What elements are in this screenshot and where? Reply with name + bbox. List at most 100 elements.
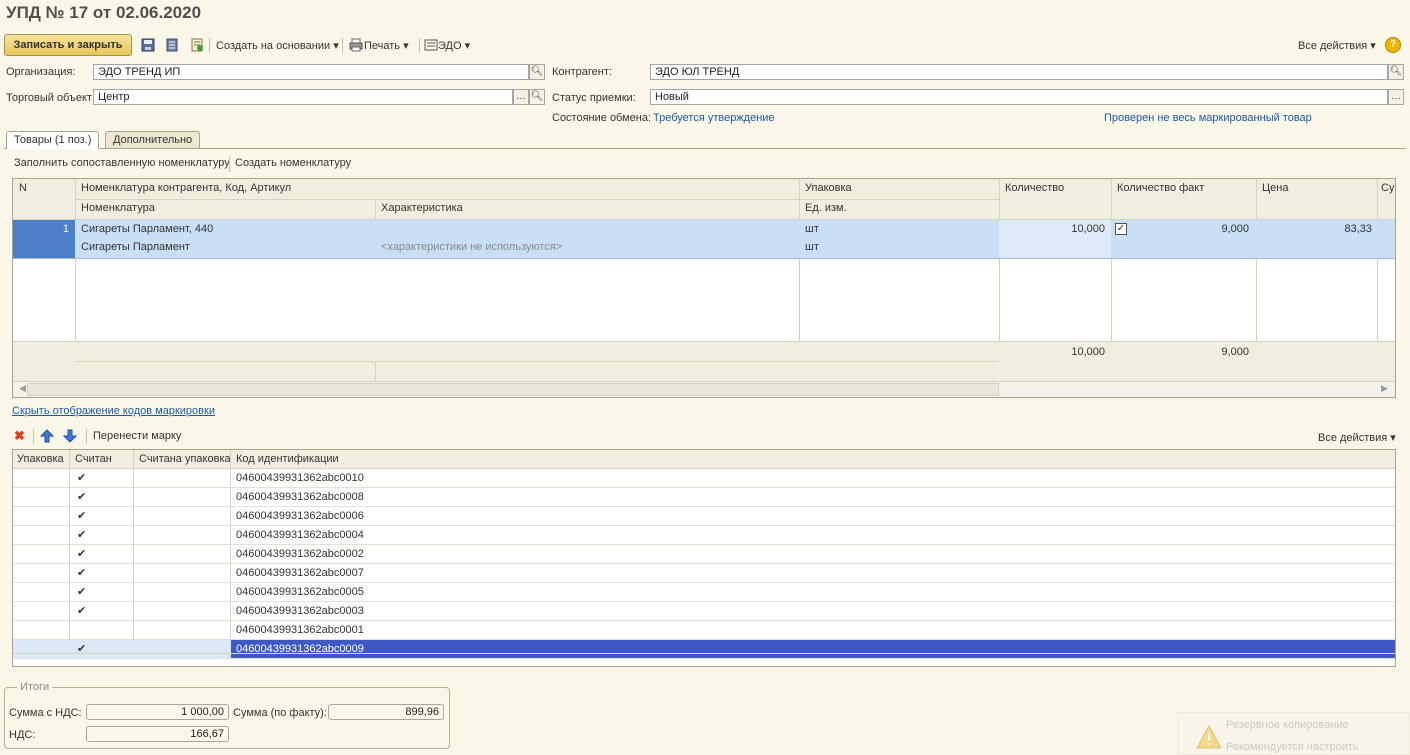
notification-text: Рекомендуется настроить <box>1226 741 1359 753</box>
backup-notification[interactable]: Резервное копирование Рекомендуется наст… <box>1177 712 1410 755</box>
print-button[interactable]: Печать ▾ <box>364 39 409 52</box>
arrow-down-icon[interactable] <box>63 429 77 443</box>
col-nomen-counterparty-header[interactable]: Номенклатура контрагента, Код, Артикул <box>77 179 797 197</box>
col-package-header[interactable]: Упаковка <box>13 450 69 468</box>
scanned-check-icon: ✔ <box>77 605 87 617</box>
marking-row[interactable]: ✔ 04600439931362abc0008 <box>13 488 1395 507</box>
arrow-up-icon[interactable] <box>40 429 54 443</box>
sum-vat-field: 1 000,00 <box>86 704 229 720</box>
identification-code[interactable]: 04600439931362abc0010 <box>232 469 832 487</box>
search-icon[interactable]: 🔍︎ <box>529 64 545 80</box>
save-close-button[interactable]: Записать и закрыть <box>4 34 132 56</box>
totals-group-label: Итоги <box>17 681 53 693</box>
identification-code[interactable]: 04600439931362abc0008 <box>232 488 832 506</box>
store-field[interactable]: Центр <box>93 89 513 105</box>
identification-code[interactable]: 04600439931362abc0004 <box>232 526 832 544</box>
marking-row[interactable]: ✔ 04600439931362abc0010 <box>13 469 1395 488</box>
col-sum-header[interactable]: Сум <box>1379 179 1395 197</box>
create-nomenclature-button[interactable]: Создать номенклатуру <box>235 157 351 169</box>
col-qty-fact-header[interactable]: Количество факт <box>1113 179 1253 197</box>
scanned-check-icon: ✔ <box>77 567 87 579</box>
organization-field[interactable]: ЭДО ТРЕНД ИП <box>93 64 529 80</box>
qty-fact-checkbox[interactable]: ✓ <box>1115 223 1127 235</box>
edo-button[interactable]: ЭДО ▾ <box>438 39 470 52</box>
col-code-header[interactable]: Код идентификации <box>232 450 532 468</box>
row-price[interactable]: 83,33 <box>1258 220 1376 238</box>
save-icon[interactable] <box>141 38 155 52</box>
col-unit-header[interactable]: Ед. изм. <box>801 199 997 217</box>
ellipsis-icon[interactable]: … <box>513 89 529 105</box>
col-scanned-package-header[interactable]: Считана упаковка <box>135 450 230 468</box>
ellipsis-icon[interactable]: … <box>1388 89 1404 105</box>
accept-status-field[interactable]: Новый <box>650 89 1388 105</box>
col-n-header[interactable]: N <box>15 179 75 197</box>
toolbar-separator <box>33 429 34 444</box>
move-mark-button[interactable]: Перенести марку <box>93 430 181 442</box>
toolbar-separator <box>209 38 210 53</box>
counterparty-field[interactable]: ЭДО ЮЛ ТРЕНД <box>650 64 1388 80</box>
col-nomen-header[interactable]: Номенклатура <box>77 199 373 217</box>
document-icon[interactable] <box>165 38 179 52</box>
goods-table: N Номенклатура контрагента, Код, Артикул… <box>12 178 1396 398</box>
marking-check-link[interactable]: Проверен не весь маркированный товар <box>1104 112 1312 124</box>
hide-marking-codes-link[interactable]: Скрыть отображение кодов маркировки <box>12 405 215 417</box>
scanned-check-icon: ✔ <box>77 472 87 484</box>
row-qty[interactable]: 10,000 <box>1001 220 1109 238</box>
vat-field: 166,67 <box>86 726 229 742</box>
marking-row[interactable]: ✔ 04600439931362abc0009 <box>13 640 1395 659</box>
main-toolbar: Записать и закрыть Создать на основании … <box>4 34 1406 56</box>
col-package-header[interactable]: Упаковка <box>801 179 997 197</box>
toolbar-separator <box>419 38 420 53</box>
row-unit[interactable]: шт <box>801 238 997 256</box>
delete-icon[interactable]: ✖ <box>14 428 25 444</box>
toolbar-separator <box>229 157 230 172</box>
marking-row[interactable]: ✔ 04600439931362abc0005 <box>13 583 1395 602</box>
scanned-check-icon: ✔ <box>77 643 87 655</box>
marking-row[interactable]: ✔ 04600439931362abc0002 <box>13 545 1395 564</box>
marking-all-actions-button[interactable]: Все действия ▾ <box>1318 431 1396 444</box>
create-based-button[interactable]: Создать на основании ▾ <box>216 39 339 52</box>
all-actions-button[interactable]: Все действия ▾ <box>1298 39 1376 52</box>
marking-row[interactable]: 04600439931362abc0001 <box>13 621 1395 640</box>
chevron-down-icon: ▾ <box>1390 432 1396 444</box>
col-scanned-header[interactable]: Считан <box>71 450 133 468</box>
marking-row[interactable]: ✔ 04600439931362abc0003 <box>13 602 1395 621</box>
counterparty-label: Контрагент: <box>552 66 612 78</box>
sum-fact-field: 899,96 <box>328 704 444 720</box>
row-package[interactable]: шт <box>801 220 997 238</box>
identification-code[interactable]: 04600439931362abc0002 <box>232 545 832 563</box>
edo-label: ЭДО <box>438 40 462 52</box>
col-qty-header[interactable]: Количество <box>1001 179 1109 197</box>
marking-row[interactable]: ✔ 04600439931362abc0007 <box>13 564 1395 583</box>
marking-row[interactable]: ✔ 04600439931362abc0006 <box>13 507 1395 526</box>
row-characteristic[interactable]: <характеристики не используются> <box>377 238 797 256</box>
exchange-state-label: Состояние обмена: <box>552 112 652 124</box>
footer-qty-fact: 9,000 <box>1221 346 1249 358</box>
scroll-right-icon[interactable]: ▶ <box>1381 383 1388 394</box>
identification-code[interactable]: 04600439931362abc0007 <box>232 564 832 582</box>
identification-code[interactable]: 04600439931362abc0006 <box>232 507 832 525</box>
marking-row[interactable]: ✔ 04600439931362abc0004 <box>13 526 1395 545</box>
tab-additional[interactable]: Дополнительно <box>105 131 201 148</box>
row-qty-fact[interactable]: 9,000 <box>1131 220 1253 238</box>
scrollbar-thumb[interactable] <box>27 383 999 396</box>
row-number: 1 <box>62 223 69 235</box>
search-icon[interactable]: 🔍︎ <box>1388 64 1404 80</box>
exchange-state-link[interactable]: Требуется утверждение <box>653 112 775 124</box>
fill-nomenclature-button[interactable]: Заполнить сопоставленную номенклатуру <box>14 157 230 169</box>
row-nomen[interactable]: Сигареты Парламент <box>77 238 373 256</box>
identification-code[interactable]: 04600439931362abc0009 <box>232 640 832 658</box>
scanned-check-icon: ✔ <box>77 586 87 598</box>
row-nomen-counterparty[interactable]: Сигареты Парламент, 440 <box>77 220 373 238</box>
help-icon[interactable]: ? <box>1385 37 1401 53</box>
identification-code[interactable]: 04600439931362abc0001 <box>232 621 832 639</box>
col-price-header[interactable]: Цена <box>1258 179 1376 197</box>
marking-table-bottom <box>13 653 1395 654</box>
post-document-icon[interactable] <box>190 38 204 52</box>
search-icon[interactable]: 🔍︎ <box>529 89 545 105</box>
scroll-left-icon[interactable]: ◀ <box>19 383 26 394</box>
identification-code[interactable]: 04600439931362abc0005 <box>232 583 832 601</box>
col-characteristic-header[interactable]: Характеристика <box>377 199 797 217</box>
tab-goods[interactable]: Товары (1 поз.) <box>6 131 100 149</box>
identification-code[interactable]: 04600439931362abc0003 <box>232 602 832 620</box>
